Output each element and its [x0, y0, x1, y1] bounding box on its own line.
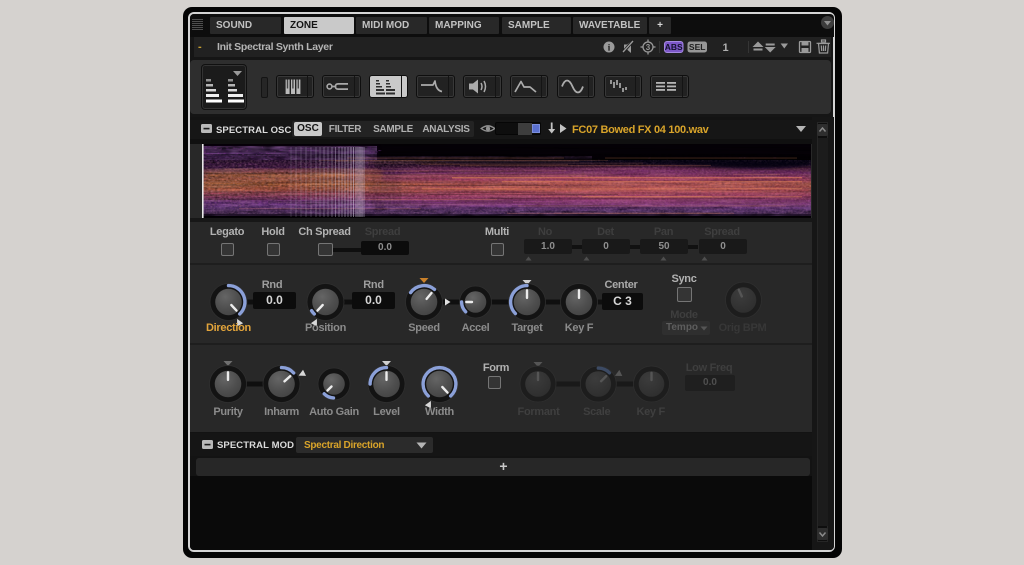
svg-text:1: 1	[722, 42, 728, 54]
svg-text:SEL: SEL	[689, 42, 706, 52]
svg-text:ABS: ABS	[665, 42, 683, 52]
svg-text:3: 3	[646, 43, 651, 52]
